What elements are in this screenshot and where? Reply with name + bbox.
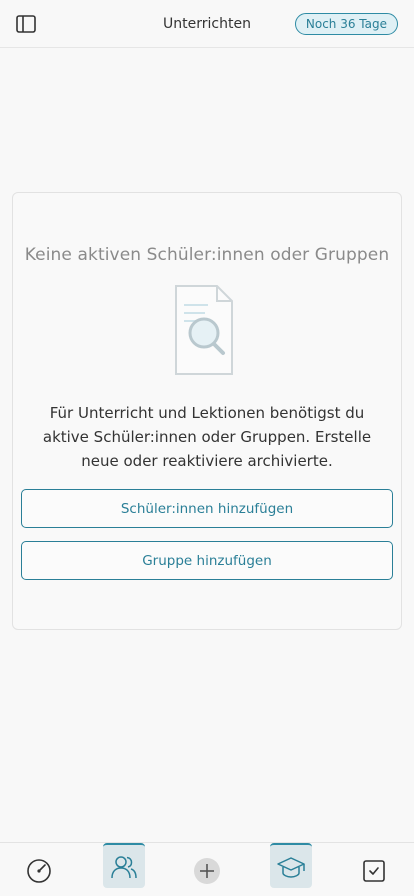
plus-circle-icon bbox=[194, 858, 220, 884]
empty-state-description: Für Unterricht und Lektionen benötigst d… bbox=[42, 404, 372, 470]
document-search-icon bbox=[175, 285, 233, 375]
graduation-cap-icon bbox=[277, 856, 305, 878]
add-students-button[interactable]: Schüler:innen hinzufügen bbox=[21, 489, 393, 528]
people-icon bbox=[111, 855, 137, 878]
tab-add[interactable] bbox=[186, 849, 228, 893]
tab-tasks[interactable] bbox=[353, 849, 395, 893]
trial-days-badge[interactable]: Noch 36 Tage bbox=[294, 13, 398, 35]
checkbox-icon bbox=[363, 860, 385, 882]
empty-state-title: Keine aktiven Schüler:innen oder Gruppen bbox=[24, 245, 390, 265]
bottom-navigation bbox=[0, 842, 414, 896]
add-group-button[interactable]: Gruppe hinzufügen bbox=[21, 541, 393, 580]
tab-lessons[interactable] bbox=[270, 843, 312, 888]
tab-dashboard[interactable] bbox=[18, 849, 60, 893]
dashboard-gauge-icon bbox=[27, 859, 51, 883]
empty-state-card: Keine aktiven Schüler:innen oder Gruppen… bbox=[12, 192, 402, 630]
tab-students[interactable] bbox=[103, 843, 145, 888]
top-bar: Unterrichten Noch 36 Tage bbox=[0, 0, 414, 48]
